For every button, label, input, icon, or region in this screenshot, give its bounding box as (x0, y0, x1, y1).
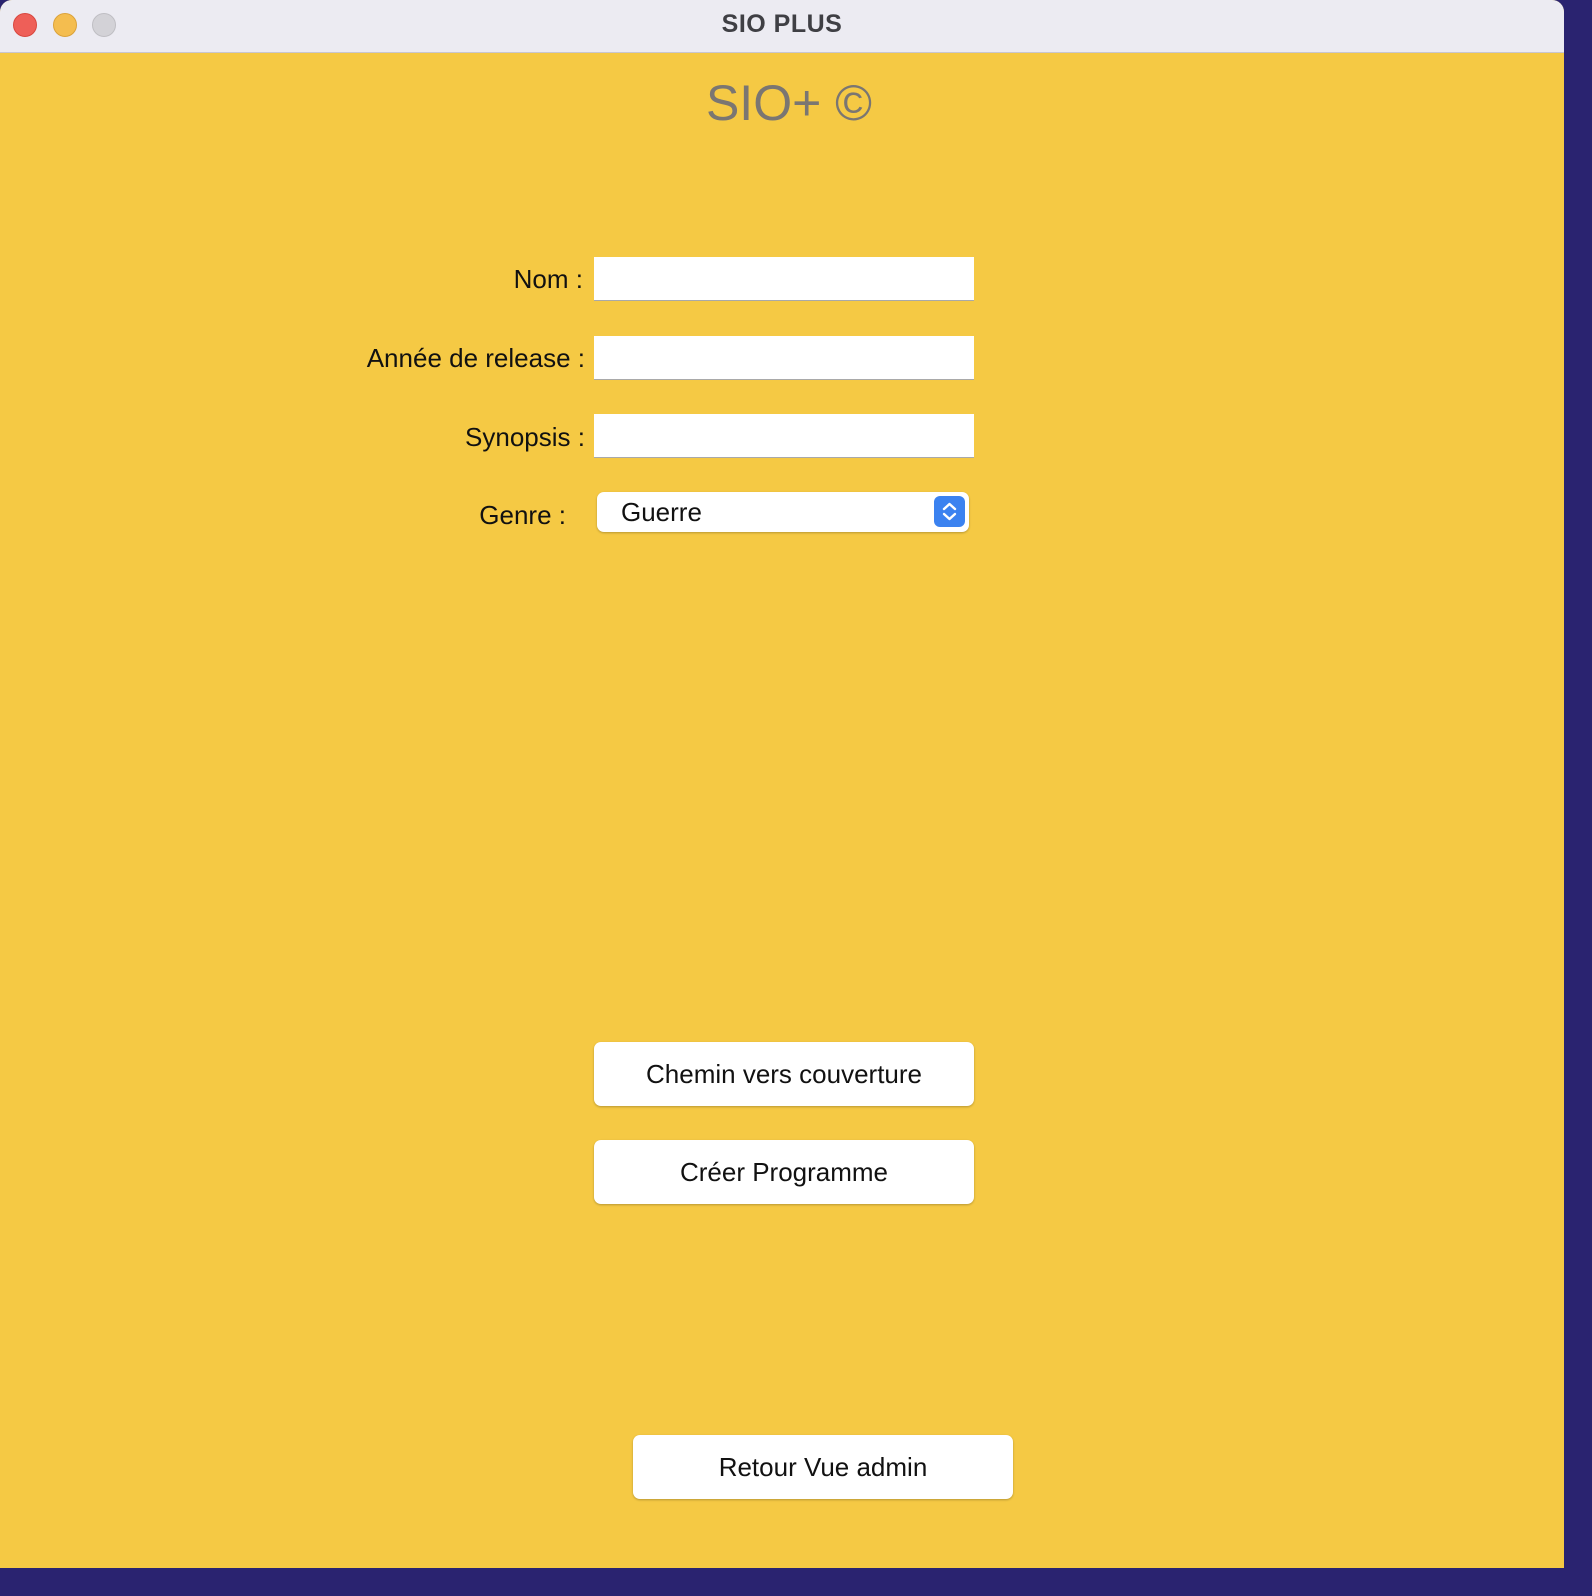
synopsis-input[interactable] (594, 414, 974, 458)
window-titlebar[interactable]: SIO PLUS (0, 0, 1564, 53)
annee-label: Année de release : (366, 343, 585, 373)
genre-selected-value: Guerre (621, 497, 702, 527)
nom-label: Nom : (513, 264, 583, 294)
window-title: SIO PLUS (721, 10, 843, 38)
create-program-button[interactable]: Créer Programme (594, 1140, 974, 1204)
back-admin-button[interactable]: Retour Vue admin (633, 1435, 1013, 1499)
synopsis-label: Synopsis : (465, 422, 585, 452)
genre-select[interactable]: Guerre (597, 492, 969, 532)
genre-label: Genre : (479, 500, 566, 530)
cover-path-button[interactable]: Chemin vers couverture (594, 1042, 974, 1106)
app-title: SIO+ © (705, 75, 873, 131)
app-window: SIO PLUS SIO+ © Nom : Année de release :… (0, 0, 1564, 1568)
chevron-up-down-icon (934, 496, 965, 527)
annee-input[interactable] (594, 336, 974, 380)
nom-input[interactable] (594, 257, 974, 301)
